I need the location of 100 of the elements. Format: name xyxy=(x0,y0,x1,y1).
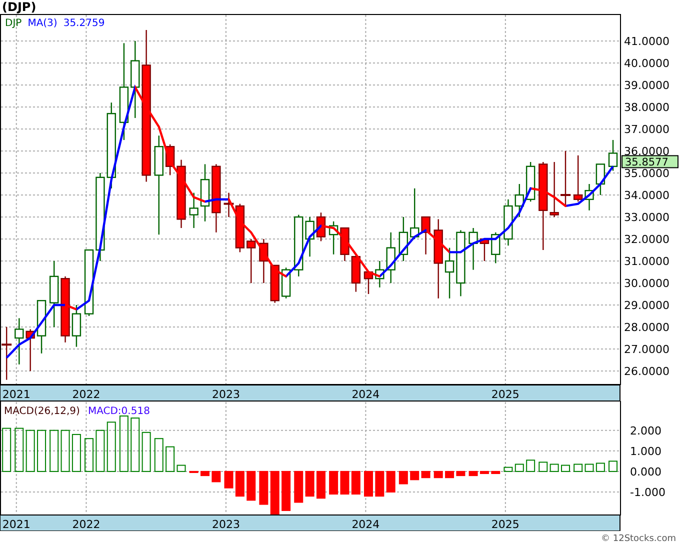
macd-bar xyxy=(596,462,605,472)
candlestick xyxy=(375,261,384,288)
macd-bar xyxy=(340,470,350,495)
macd-bar xyxy=(514,464,524,472)
macd-bar xyxy=(468,470,478,476)
macd-bar xyxy=(550,464,559,472)
candlestick xyxy=(573,155,583,202)
macd-bar xyxy=(434,470,443,478)
candlestick xyxy=(270,264,280,303)
macd-bar xyxy=(305,470,314,497)
macd-bar xyxy=(504,466,513,472)
macd-bar xyxy=(200,470,210,476)
candlestick xyxy=(60,276,70,342)
year-label: 2024 xyxy=(352,518,380,531)
year-label: 2025 xyxy=(491,388,520,401)
year-label: 2022 xyxy=(72,388,100,401)
macd-bar xyxy=(14,428,24,472)
macd-bar xyxy=(270,470,280,516)
candlestick xyxy=(480,238,490,261)
macd-bar xyxy=(166,446,175,472)
axis-label: -1.000 xyxy=(630,486,666,499)
axis-label: 39.0000 xyxy=(624,78,670,92)
candlestick xyxy=(212,164,221,232)
candlestick xyxy=(316,212,326,242)
axis-label: 28.0000 xyxy=(624,321,670,334)
candlestick xyxy=(281,268,291,298)
macd-bar xyxy=(259,470,268,505)
macd-bar xyxy=(142,432,151,472)
candlestick xyxy=(560,150,570,206)
candlestick xyxy=(305,217,314,257)
macd-bar xyxy=(26,430,35,472)
candlestick xyxy=(14,318,24,364)
candlestick xyxy=(386,232,396,283)
axis-label: 32.0000 xyxy=(624,233,670,246)
macd-bar xyxy=(480,470,489,474)
axis-label: 41.0000 xyxy=(624,34,670,48)
candlestick xyxy=(444,248,454,298)
candlestick xyxy=(50,261,59,327)
macd-bar xyxy=(224,470,234,488)
legend-value: 35.2759 xyxy=(63,18,105,29)
year-label: 2021 xyxy=(2,388,30,401)
candlestick xyxy=(294,214,304,276)
axis-label: 0.000 xyxy=(630,465,662,478)
candlestick xyxy=(491,232,500,264)
candlestick xyxy=(421,216,430,254)
candlestick xyxy=(364,271,374,294)
macd-bar xyxy=(212,470,221,482)
macd-bar xyxy=(608,460,618,472)
macd-bar xyxy=(445,470,454,478)
macd-bar xyxy=(574,464,583,472)
legend-label: MA(3) xyxy=(28,18,58,29)
year-label: 2022 xyxy=(72,518,100,531)
candlestick xyxy=(398,217,408,261)
candlestick xyxy=(504,199,513,246)
axis-label: 27.0000 xyxy=(624,343,670,356)
candlestick xyxy=(328,221,338,254)
macd-bar xyxy=(72,434,81,472)
candlestick xyxy=(72,305,82,347)
candlestick xyxy=(468,228,478,270)
macd-bar xyxy=(176,464,186,472)
axis-label: 30.0000 xyxy=(624,277,670,290)
candlestick xyxy=(550,162,559,217)
macd-bar xyxy=(130,418,140,472)
macd-bar xyxy=(37,430,46,472)
axis-label: 37.0000 xyxy=(624,122,670,136)
macd-bar xyxy=(584,464,594,472)
year-label: 2021 xyxy=(2,518,30,531)
macd-bar xyxy=(329,470,338,495)
legend-label: MACD(26,12,9) xyxy=(4,406,80,417)
macd-bar xyxy=(235,470,244,497)
year-label: 2023 xyxy=(212,388,240,401)
macd-bar xyxy=(364,470,373,497)
year-label: 2025 xyxy=(491,518,520,531)
macd-bar xyxy=(526,460,536,472)
candlestick xyxy=(84,249,94,316)
chart-title: (DJP) xyxy=(1,0,38,14)
axis-label: 31.0000 xyxy=(624,255,670,268)
candlestick xyxy=(514,184,524,217)
legend-value: MACD:0.518 xyxy=(88,406,150,417)
macd-bar xyxy=(96,430,105,472)
candlestick xyxy=(410,188,420,239)
candlestick xyxy=(259,239,268,283)
candlestick xyxy=(526,162,536,202)
macd-bar xyxy=(50,430,59,472)
axis-label: 33.0000 xyxy=(624,211,670,224)
candlestick xyxy=(189,192,198,228)
candlestick xyxy=(456,230,466,296)
macd-bar xyxy=(351,470,360,495)
candlestick xyxy=(2,327,12,380)
axis-label: 1.000 xyxy=(630,444,662,458)
macd-bar xyxy=(246,470,256,501)
last-price-tag: 35.8577 xyxy=(622,155,678,169)
candlestick xyxy=(165,144,175,176)
macd-bar xyxy=(538,462,548,472)
candlestick xyxy=(26,329,35,372)
macd-bar xyxy=(60,430,70,472)
axis-label: 26.0000 xyxy=(624,365,670,378)
year-label: 2023 xyxy=(212,518,240,531)
candlestick xyxy=(36,300,46,354)
axis-label: 40.0000 xyxy=(624,56,670,70)
